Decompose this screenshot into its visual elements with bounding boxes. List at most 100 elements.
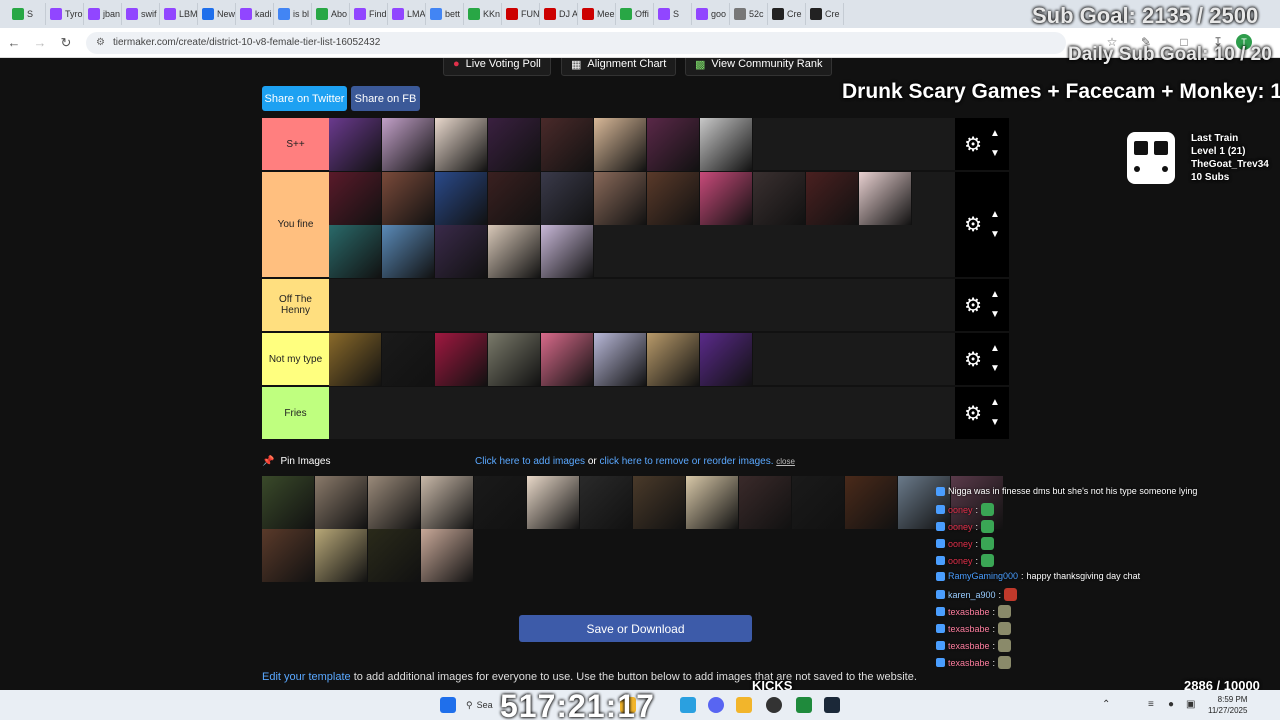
taskbar-search[interactable]: ⚲ Sea bbox=[466, 695, 496, 715]
tier-image[interactable] bbox=[382, 118, 435, 171]
browser-tab[interactable]: Cre bbox=[806, 3, 844, 25]
start-icon[interactable] bbox=[440, 697, 456, 713]
pool-image[interactable] bbox=[845, 476, 898, 529]
pool-image[interactable] bbox=[527, 476, 580, 529]
network-icon[interactable]: ≡ bbox=[1148, 699, 1154, 710]
tier-image[interactable] bbox=[382, 225, 435, 278]
tier-image[interactable] bbox=[700, 172, 753, 225]
pool-image[interactable] bbox=[474, 476, 527, 529]
tier-image[interactable] bbox=[647, 118, 700, 171]
browser-tab[interactable]: DJ A bbox=[540, 3, 578, 25]
chevron-down-icon[interactable]: ▼ bbox=[990, 359, 1000, 379]
chevron-down-icon[interactable]: ▼ bbox=[990, 413, 1000, 433]
tray-chevron-icon[interactable]: ⌃ bbox=[1102, 699, 1110, 710]
pool-image[interactable] bbox=[633, 476, 686, 529]
share-fb-button[interactable]: Share on FB bbox=[351, 86, 420, 111]
pool-image[interactable] bbox=[368, 476, 421, 529]
tier-image[interactable] bbox=[541, 118, 594, 171]
share-twitter-button[interactable]: Share on Twitter bbox=[262, 86, 347, 111]
tier-image[interactable] bbox=[435, 118, 488, 171]
browser-tab[interactable]: FUN bbox=[502, 3, 540, 25]
browser-tab[interactable]: New bbox=[198, 3, 236, 25]
browser-tab[interactable]: KKn bbox=[464, 3, 502, 25]
close-link[interactable]: close bbox=[776, 457, 795, 466]
browser-tab[interactable]: Mee bbox=[578, 3, 616, 25]
tier-image[interactable] bbox=[435, 225, 488, 278]
browser-tab[interactable]: Tyro bbox=[46, 3, 84, 25]
pool-image[interactable] bbox=[262, 529, 315, 582]
browser-tab[interactable]: S bbox=[654, 3, 692, 25]
site-info-icon[interactable]: ⚙ bbox=[96, 37, 105, 48]
browser-tab[interactable]: bett bbox=[426, 3, 464, 25]
tier-image[interactable] bbox=[488, 118, 541, 171]
tier-image[interactable] bbox=[488, 333, 541, 386]
tier-image[interactable] bbox=[382, 172, 435, 225]
tier-image[interactable] bbox=[382, 333, 435, 386]
taskbar-clock[interactable]: 8:59 PM 11/27/2025 bbox=[1208, 694, 1247, 716]
discord-icon[interactable] bbox=[708, 697, 724, 713]
chevron-up-icon[interactable]: ▲ bbox=[990, 393, 1000, 413]
tier-image[interactable] bbox=[594, 333, 647, 386]
gear-icon[interactable]: ⚙ bbox=[964, 347, 982, 372]
pin-images-row[interactable]: 📌 Pin Images bbox=[262, 456, 330, 467]
excel-icon[interactable] bbox=[796, 697, 812, 713]
browser-tab[interactable]: goo bbox=[692, 3, 730, 25]
tier-image[interactable] bbox=[647, 172, 700, 225]
chevron-up-icon[interactable]: ▲ bbox=[990, 124, 1000, 144]
tier-image[interactable] bbox=[806, 172, 859, 225]
browser-tab[interactable]: 52c bbox=[730, 3, 768, 25]
gear-icon[interactable]: ⚙ bbox=[964, 401, 982, 426]
pool-image[interactable] bbox=[262, 476, 315, 529]
browser-tab[interactable]: jban bbox=[84, 3, 122, 25]
gear-icon[interactable]: ⚙ bbox=[964, 132, 982, 157]
tier-image[interactable] bbox=[329, 172, 382, 225]
tier-image[interactable] bbox=[647, 333, 700, 386]
browser-tab[interactable]: Find bbox=[350, 3, 388, 25]
chrome-icon[interactable] bbox=[736, 697, 752, 713]
chevron-up-icon[interactable]: ▲ bbox=[990, 339, 1000, 359]
alignment-chart-button[interactable]: ▦ Alignment Chart bbox=[561, 58, 677, 76]
tier-image[interactable] bbox=[488, 172, 541, 225]
microphone-icon[interactable]: ● bbox=[1168, 699, 1174, 710]
browser-tab[interactable]: is bl bbox=[274, 3, 312, 25]
edge-icon[interactable] bbox=[680, 697, 696, 713]
url-field[interactable]: ⚙ tiermaker.com/create/district-10-v8-fe… bbox=[86, 31, 1066, 54]
forward-icon[interactable]: → bbox=[28, 31, 52, 55]
tier-label[interactable]: You fine bbox=[262, 172, 329, 277]
tier-image[interactable] bbox=[329, 333, 382, 386]
pool-image[interactable] bbox=[421, 476, 474, 529]
browser-tab[interactable]: LBM bbox=[160, 3, 198, 25]
live-voting-poll-button[interactable]: ● Live Voting Poll bbox=[443, 58, 551, 76]
view-community-rank-button[interactable]: ▩ View Community Rank bbox=[685, 58, 833, 76]
tier-image[interactable] bbox=[700, 118, 753, 171]
tier-image[interactable] bbox=[859, 172, 912, 225]
chevron-up-icon[interactable]: ▲ bbox=[990, 205, 1000, 225]
browser-tab[interactable]: kadi bbox=[236, 3, 274, 25]
browser-tab[interactable]: Cre bbox=[768, 3, 806, 25]
reload-icon[interactable]: ↻ bbox=[54, 31, 78, 55]
pool-image[interactable] bbox=[580, 476, 633, 529]
browser-tab[interactable]: Abo bbox=[312, 3, 350, 25]
tier-image[interactable] bbox=[435, 172, 488, 225]
tier-image[interactable] bbox=[329, 225, 382, 278]
reorder-images-link[interactable]: click here to remove or reorder images. bbox=[600, 456, 774, 467]
add-images-link[interactable]: Click here to add images bbox=[475, 456, 585, 467]
tier-image[interactable] bbox=[541, 225, 594, 278]
tier-image[interactable] bbox=[594, 118, 647, 171]
chevron-down-icon[interactable]: ▼ bbox=[990, 144, 1000, 164]
pool-image[interactable] bbox=[315, 529, 368, 582]
browser-tab[interactable]: swif bbox=[122, 3, 160, 25]
gear-icon[interactable]: ⚙ bbox=[964, 212, 982, 237]
pool-image[interactable] bbox=[686, 476, 739, 529]
tier-label[interactable]: S++ bbox=[262, 118, 329, 170]
browser-tab[interactable]: S bbox=[8, 3, 46, 25]
browser-tab[interactable]: Offi bbox=[616, 3, 654, 25]
pool-image[interactable] bbox=[421, 529, 474, 582]
chevron-up-icon[interactable]: ▲ bbox=[990, 285, 1000, 305]
tier-image[interactable] bbox=[753, 172, 806, 225]
pool-image[interactable] bbox=[368, 529, 421, 582]
chevron-down-icon[interactable]: ▼ bbox=[990, 305, 1000, 325]
tier-image[interactable] bbox=[435, 333, 488, 386]
gear-icon[interactable]: ⚙ bbox=[964, 293, 982, 318]
pool-image[interactable] bbox=[739, 476, 792, 529]
